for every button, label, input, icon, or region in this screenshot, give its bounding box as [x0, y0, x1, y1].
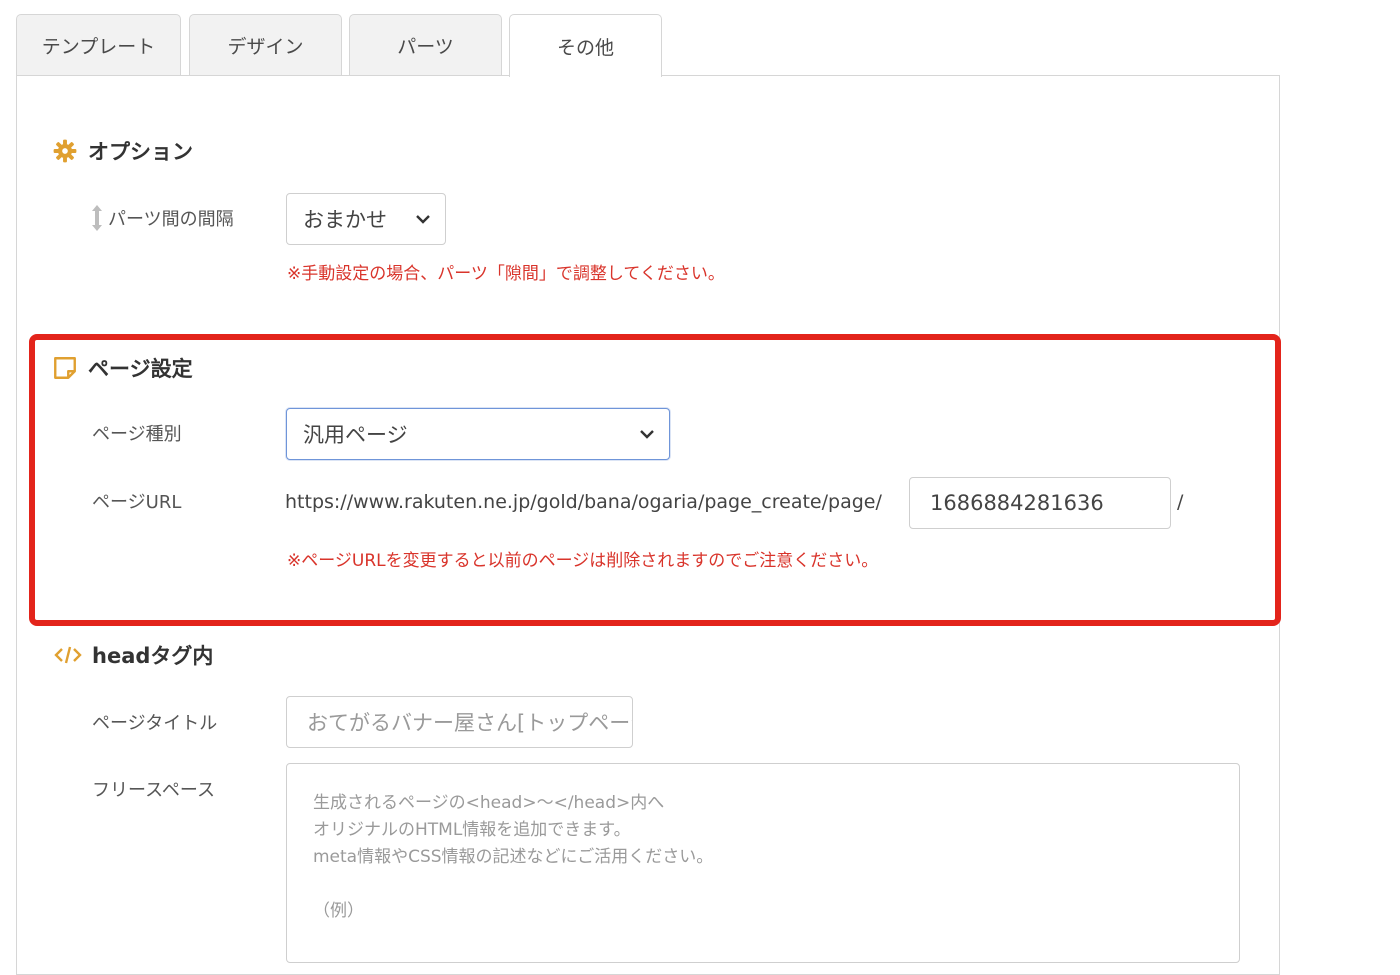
page-title-placeholder: おてがるバナー屋さん[トップページ]: [307, 711, 633, 735]
textarea-placeholder-line: オリジナルのHTML情報を追加できます。: [313, 820, 631, 840]
page-url-suffix: /: [1177, 491, 1184, 513]
textarea-placeholder-line: [313, 871, 1213, 898]
page-url-prefix: https://www.rakuten.ne.jp/gold/bana/ogar…: [285, 491, 882, 513]
page-title-input[interactable]: おてがるバナー屋さん[トップページ]: [286, 696, 633, 748]
page-url-input[interactable]: 1686884281636: [909, 477, 1171, 529]
head-section-title: headタグ内: [54, 640, 213, 670]
tab-other[interactable]: その他: [509, 14, 662, 77]
page-type-select[interactable]: 汎用ページ: [286, 408, 670, 460]
page-title-label: ページタイトル: [92, 713, 218, 734]
chevron-down-icon: [640, 430, 654, 439]
spacing-label: パーツ間の間隔: [90, 203, 234, 233]
spacing-label-text: パーツ間の間隔: [108, 209, 234, 230]
section-title-text: ページ設定: [88, 357, 193, 381]
tab-design[interactable]: デザイン: [189, 14, 342, 76]
tab-label: デザイン: [227, 36, 304, 58]
tab-label: テンプレート: [41, 36, 156, 58]
tab-label: パーツ: [397, 36, 454, 58]
code-icon: [54, 646, 82, 664]
page-url-value: 1686884281636: [930, 491, 1104, 515]
tab-label: その他: [556, 36, 614, 59]
textarea-placeholder-line: meta情報やCSS情報の記述などにご活用ください。: [313, 847, 714, 867]
chevron-down-icon: [416, 215, 430, 224]
vertical-arrows-icon: [92, 205, 102, 231]
gear-icon: [53, 139, 77, 163]
page-type-label: ページ種別: [92, 424, 182, 445]
tab-bar: テンプレート デザイン パーツ その他: [16, 14, 1286, 77]
textarea-placeholder-line: 生成されるページの<head>〜</head>内へ: [313, 793, 665, 813]
page-url-label: ページURL: [92, 492, 182, 513]
free-space-label: フリースペース: [92, 780, 215, 801]
spacing-select-value: おまかせ: [303, 208, 387, 232]
section-title-text: オプション: [88, 140, 193, 164]
options-section-title: オプション: [52, 136, 193, 166]
page-type-select-value: 汎用ページ: [303, 423, 408, 447]
section-title-text: headタグ内: [92, 644, 214, 668]
page-url-note: ※ページURLを変更すると以前のページは削除されますのでご注意ください。: [287, 551, 879, 571]
textarea-placeholder-line: （例）: [313, 901, 364, 921]
tab-parts[interactable]: パーツ: [349, 14, 502, 76]
note-icon: [54, 357, 76, 379]
tab-template[interactable]: テンプレート: [16, 14, 181, 76]
spacing-select[interactable]: おまかせ: [286, 193, 446, 245]
spacing-note: ※手動設定の場合、パーツ「隙間」で調整してください。: [287, 264, 725, 284]
page-settings-section-title: ページ設定: [52, 353, 193, 383]
free-space-textarea[interactable]: 生成されるページの<head>〜</head>内へ オリジナルのHTML情報を追…: [286, 763, 1240, 963]
